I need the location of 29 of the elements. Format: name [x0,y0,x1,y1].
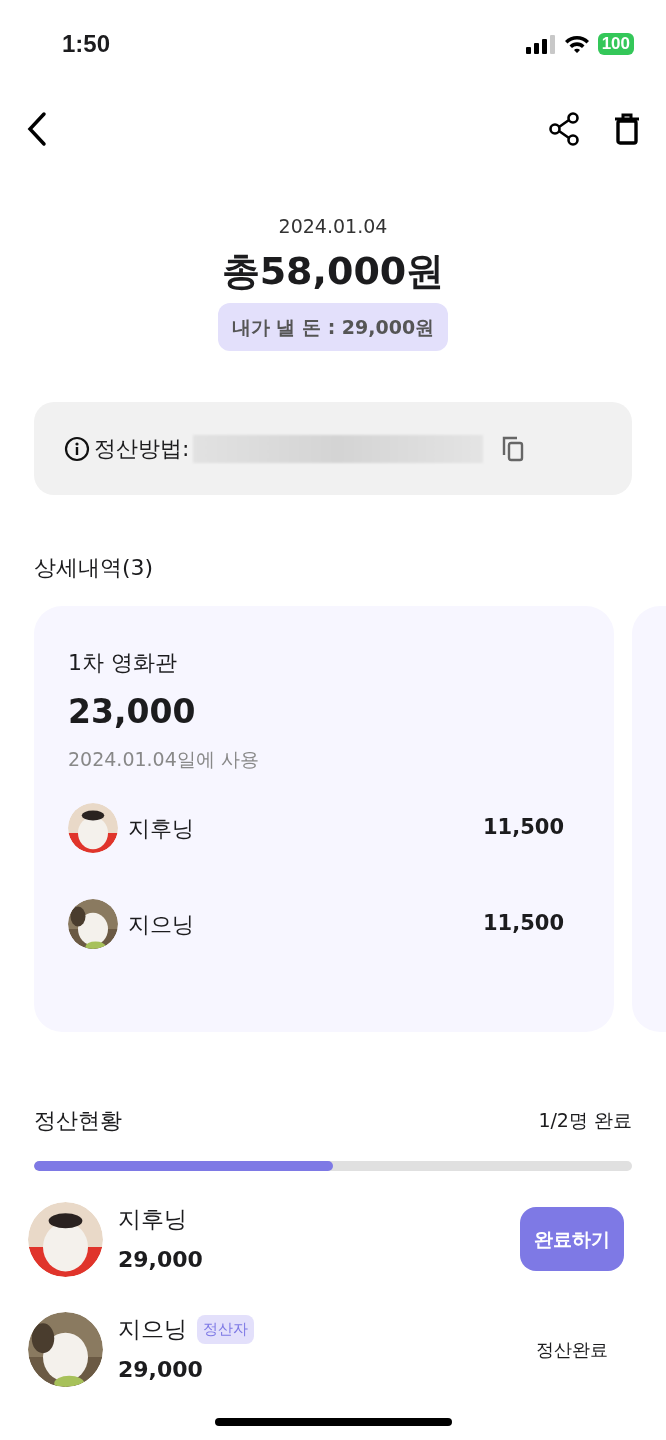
copy-button[interactable] [501,434,526,463]
member-name: 지후닝 [118,1205,187,1235]
member-amount: 11,500 [482,814,564,842]
info-icon [64,435,90,462]
member-amount: 11,500 [482,910,564,938]
settlement-date: 2024.01.04 [278,214,388,239]
member-amount: 29,000 [118,1355,204,1384]
expense-title: 1차 영화관 [68,649,178,677]
complete-button[interactable]: 완료하기 [520,1207,624,1271]
status-title: 정산현황 [34,1107,122,1135]
total-amount: 총58,000원 [221,247,445,295]
completed-status: 정산완료 [535,1337,609,1362]
expense-amount: 23,000 [68,691,197,733]
member-amount: 29,000 [118,1245,204,1274]
wifi-icon [563,34,590,54]
battery-level: 100 [597,33,634,55]
expense-date: 2024.01.04일에 사용 [68,746,260,772]
completion-count: 1/2명 완료 [538,1108,632,1134]
signal-icon [525,34,556,54]
my-share-badge: 내가 낼 돈 : 29,000원 [217,302,449,351]
member-name: 지으닝 [118,1315,187,1345]
member-name: 지으닝 [128,910,195,939]
status-time: 1:50 [62,29,111,59]
delete-button[interactable] [614,112,640,146]
payment-method-label: 정산방법: [94,435,190,463]
share-button[interactable] [548,112,580,146]
member-name: 지후닝 [128,814,195,843]
role-badge: 정산자 [197,1315,254,1344]
details-title: 상세내역(3) [34,554,155,582]
